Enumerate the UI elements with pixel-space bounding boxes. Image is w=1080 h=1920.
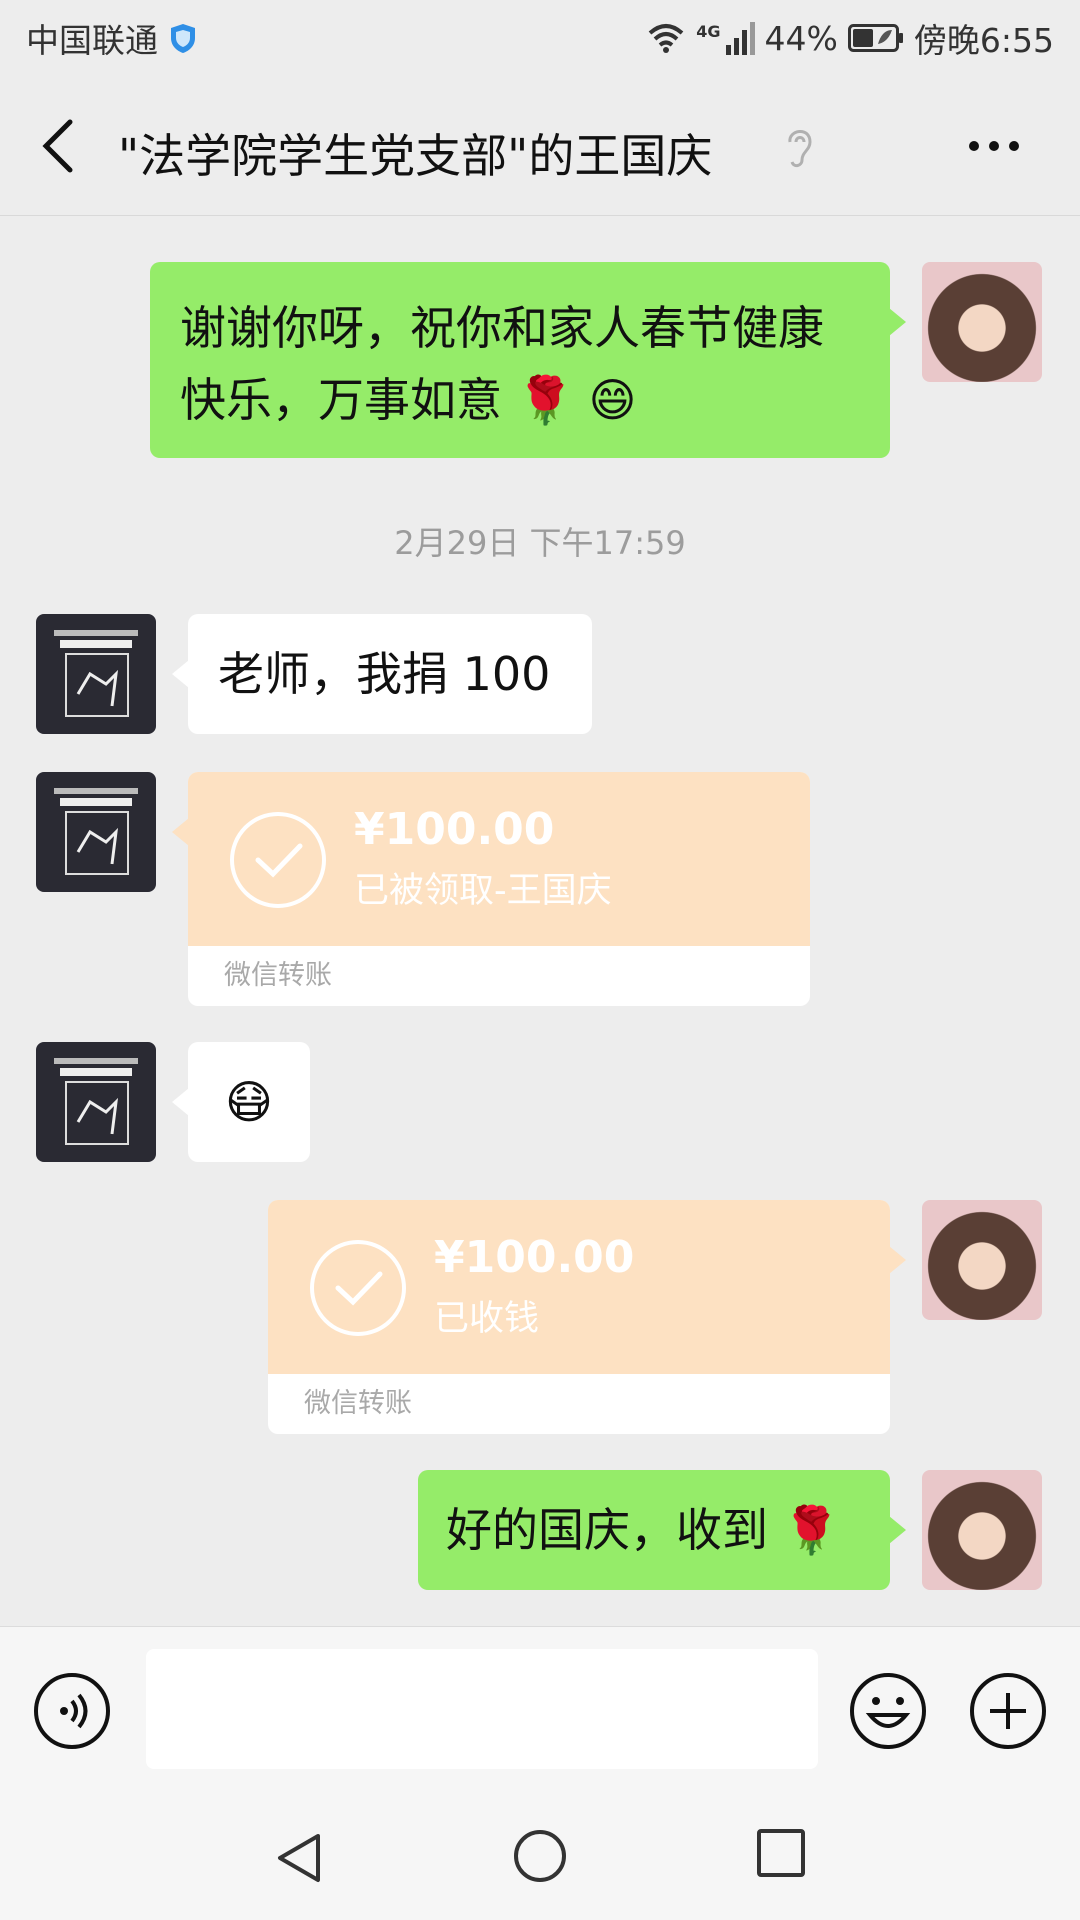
message-timestamp: 2月29日 下午17:59 (394, 524, 686, 562)
back-icon[interactable] (40, 118, 76, 174)
nav-back-icon[interactable] (272, 1830, 328, 1886)
more-icon[interactable] (966, 136, 1022, 156)
check-icon (310, 1240, 406, 1336)
contact-avatar[interactable] (36, 1042, 156, 1162)
message-bubble-self[interactable]: 谢谢你呀，祝你和家人春节健康 快乐，万事如意 🌹 😄 (150, 262, 906, 458)
signal-icon (725, 22, 755, 55)
network-label: 4G (696, 21, 721, 41)
status-right: 4G 44% 傍晚6:55 (646, 14, 1054, 62)
message-text-line1: 谢谢你呀，祝你和家人春节健康 (180, 301, 824, 355)
cat-logo-icon (54, 1058, 138, 1145)
battery-percent: 44% (764, 18, 838, 58)
check-icon (230, 812, 326, 908)
ear-icon (788, 130, 812, 168)
contact-avatar[interactable] (36, 772, 156, 892)
emoji-icon[interactable] (848, 1671, 928, 1751)
transfer-amount: ¥100.00 (434, 1232, 635, 1283)
message-bubble-self[interactable]: 好的国庆，收到 🌹 (418, 1470, 906, 1590)
input-bar (0, 1626, 1080, 1793)
self-avatar[interactable] (922, 262, 1042, 382)
transfer-amount: ¥100.00 (354, 804, 555, 855)
voice-icon[interactable] (32, 1671, 112, 1751)
plus-icon[interactable] (968, 1671, 1048, 1751)
carrier-label: 中国联通 (26, 21, 158, 60)
transfer-card[interactable]: ¥100.00 已被领取-王国庆 微信转账 (172, 772, 810, 1006)
self-avatar[interactable] (922, 1470, 1042, 1590)
transfer-card-top: ¥100.00 已被领取-王国庆 (188, 772, 810, 946)
transfer-footer: 微信转账 (224, 960, 332, 991)
cat-logo-icon (54, 630, 138, 717)
clock: 傍晚6:55 (913, 21, 1054, 60)
system-nav-bar (0, 1792, 1080, 1920)
status-bar: 中国联通 4G 44% 傍晚6:55 (0, 0, 1080, 76)
transfer-status: 已被领取-王国庆 (354, 871, 612, 911)
message-text: 老师，我捐 100 (218, 647, 551, 701)
message-bubble-other[interactable]: 老师，我捐 100 (172, 614, 592, 734)
status-left: 中国联通 (26, 14, 198, 62)
transfer-footer: 微信转账 (304, 1388, 412, 1419)
chat-header: "法学院学生党支部"的王国庆 (0, 76, 1080, 216)
message-emoji: 😷 (225, 1075, 273, 1129)
chat-title: "法学院学生党支部"的王国庆 (118, 129, 713, 183)
battery-icon (847, 24, 903, 52)
nav-home-icon[interactable] (512, 1828, 568, 1884)
shield-icon (171, 24, 195, 53)
nav-recent-icon[interactable] (756, 1828, 806, 1878)
self-avatar[interactable] (922, 1200, 1042, 1320)
transfer-card-top: ¥100.00 已收钱 (268, 1200, 890, 1374)
cat-logo-icon (54, 788, 138, 875)
message-text: 好的国庆，收到 🌹 (446, 1503, 840, 1557)
transfer-status: 已收钱 (434, 1299, 540, 1339)
wifi-icon (648, 24, 684, 53)
message-input[interactable] (146, 1649, 818, 1769)
transfer-card[interactable]: ¥100.00 已收钱 微信转账 (268, 1200, 906, 1434)
message-text-line2: 快乐，万事如意 🌹 😄 (180, 373, 637, 427)
message-bubble-other[interactable]: 😷 (172, 1042, 310, 1162)
contact-avatar[interactable] (36, 614, 156, 734)
